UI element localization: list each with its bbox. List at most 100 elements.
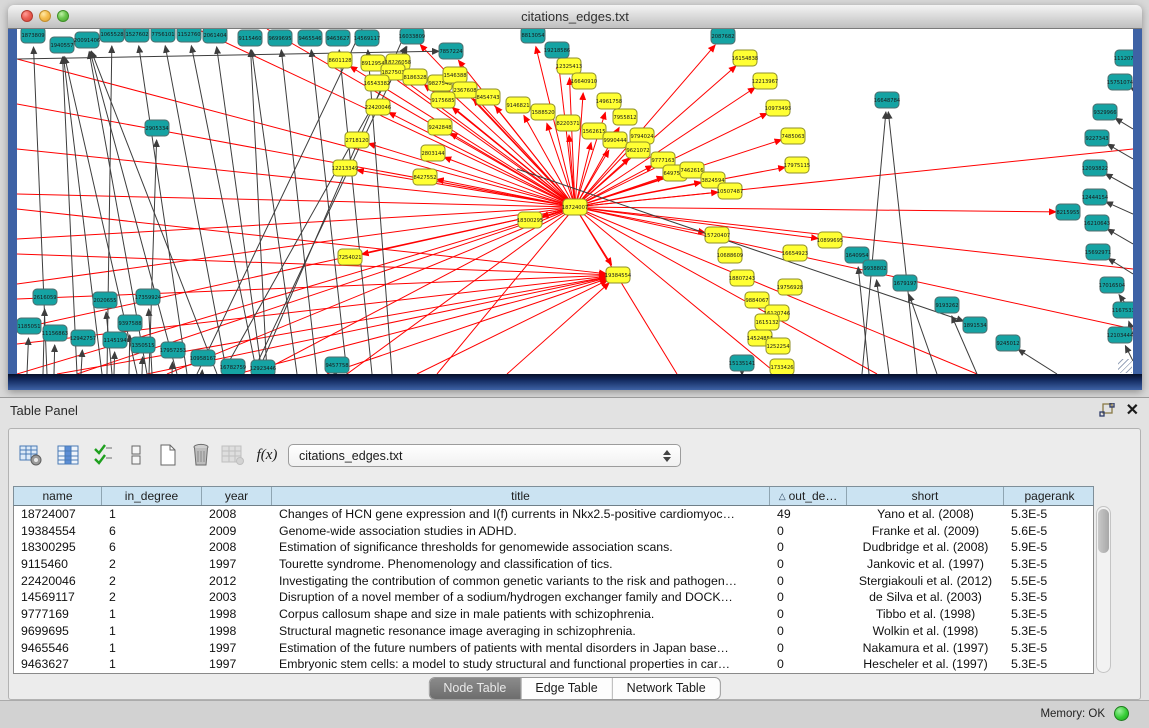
tab-node-table[interactable]: Node Table [429, 678, 521, 699]
table-cell[interactable]: 0 [770, 606, 847, 623]
graph-node[interactable]: 16654923 [782, 245, 808, 261]
graph-node[interactable]: 2087682 [711, 29, 735, 44]
graph-node[interactable]: 7254021 [338, 249, 362, 265]
table-cell[interactable]: de Silva et al. (2003) [847, 589, 1004, 606]
table-cell[interactable]: 2 [102, 589, 202, 606]
graph-node[interactable]: 17975115 [784, 157, 810, 173]
graph-node[interactable]: 19218586 [544, 42, 570, 58]
table-cell[interactable]: 0 [770, 623, 847, 640]
graph-node[interactable]: 7857224 [439, 43, 463, 59]
table-cell[interactable]: 5.9E-5 [1004, 539, 1095, 556]
graph-node[interactable]: 10973493 [765, 100, 791, 116]
graph-node[interactable]: 17359924 [135, 289, 162, 305]
graph-node[interactable]: 1679197 [893, 275, 917, 291]
table-cell[interactable]: 22420046 [14, 573, 102, 590]
graph-node[interactable]: 19756928 [777, 279, 803, 295]
table-cell[interactable]: 9465546 [14, 640, 102, 657]
graph-node[interactable]: 9990444 [603, 132, 627, 148]
table-cell[interactable]: Hescheler et al. (1997) [847, 656, 1004, 673]
table-cell[interactable]: 5.3E-5 [1004, 606, 1095, 623]
graph-node[interactable]: 1065528 [100, 29, 124, 42]
graph-node[interactable]: 8215955 [1056, 204, 1080, 220]
graph-node[interactable]: 9329966 [1093, 104, 1117, 120]
graph-node[interactable]: 18300295 [517, 212, 543, 228]
table-cell[interactable]: 0 [770, 589, 847, 606]
graph-node[interactable]: 1185051 [17, 318, 41, 334]
float-panel-icon[interactable] [1099, 403, 1115, 418]
graph-node[interactable]: 2367608 [453, 82, 477, 98]
graph-node[interactable]: 10899695 [817, 232, 843, 248]
column-header-name[interactable]: name [14, 487, 102, 505]
graph-node[interactable]: 9193262 [935, 297, 959, 313]
table-cell[interactable]: 1 [102, 623, 202, 640]
table-cell[interactable]: Wolkin et al. (1998) [847, 623, 1004, 640]
graph-node[interactable]: 9397588 [118, 315, 142, 331]
graph-node[interactable]: 16033809 [399, 29, 425, 44]
table-cell[interactable]: 1997 [202, 656, 272, 673]
table-cell[interactable]: 2 [102, 556, 202, 573]
graph-node[interactable]: 9457758 [325, 357, 349, 373]
table-cell[interactable]: 5.5E-5 [1004, 573, 1095, 590]
network-canvas[interactable]: 1872400712325413166409101496175879558121… [17, 29, 1133, 374]
table-cell[interactable]: 2012 [202, 573, 272, 590]
table-cell[interactable]: 18300295 [14, 539, 102, 556]
graph-node[interactable]: 7462616 [680, 162, 704, 178]
graph-node[interactable]: 17957253 [160, 342, 186, 358]
table-cell[interactable]: 49 [770, 506, 847, 523]
new-table-icon[interactable] [154, 441, 182, 469]
graph-node[interactable]: 1891534 [963, 317, 987, 333]
graph-node[interactable]: 12213349 [332, 160, 358, 176]
graph-node[interactable]: 9115460 [238, 30, 262, 46]
table-cell[interactable]: Franke et al. (2009) [847, 523, 1004, 540]
graph-node[interactable]: 14961758 [596, 93, 622, 109]
memory-ok-indicator-icon[interactable] [1114, 706, 1129, 721]
table-cell[interactable]: Jankovic et al. (1997) [847, 556, 1004, 573]
table-cell[interactable]: 0 [770, 539, 847, 556]
window-titlebar[interactable]: citations_edges.txt [8, 5, 1142, 29]
graph-node[interactable]: 2905334 [145, 120, 169, 136]
tab-network-table[interactable]: Network Table [613, 678, 720, 699]
graph-node[interactable]: 16640910 [571, 73, 597, 89]
table-cell[interactable]: 5.3E-5 [1004, 556, 1095, 573]
graph-node[interactable]: 15692971 [1085, 244, 1111, 260]
graph-node[interactable]: 17016504 [1099, 277, 1126, 293]
graph-node[interactable]: 2803144 [421, 145, 445, 161]
graph-node[interactable]: 22420046 [365, 99, 391, 115]
graph-node[interactable]: 1588520 [531, 104, 555, 120]
table-scrollbar-thumb[interactable] [1098, 509, 1109, 553]
graph-node[interactable]: 18724007 [562, 199, 588, 215]
table-cell[interactable]: 9463627 [14, 656, 102, 673]
graph-node[interactable]: 12444154 [1082, 189, 1109, 205]
graph-node[interactable]: 16154838 [732, 50, 758, 66]
graph-node[interactable]: 14569117 [354, 30, 380, 46]
table-cell[interactable]: 18724007 [14, 506, 102, 523]
graph-node[interactable]: 19384554 [605, 267, 632, 283]
table-cell[interactable]: 0 [770, 656, 847, 673]
graph-node[interactable]: 9245012 [996, 335, 1020, 351]
graph-node[interactable]: 9175685 [431, 92, 455, 108]
graph-node[interactable]: 12325413 [556, 58, 582, 74]
graph-node[interactable]: 9146821 [506, 97, 530, 113]
graph-node[interactable]: 10688609 [717, 247, 743, 263]
column-header-title[interactable]: title [272, 487, 770, 505]
graph-node[interactable]: 8813054 [521, 29, 545, 43]
graph-node[interactable]: 11120744 [1114, 50, 1133, 66]
table-cell[interactable]: 0 [770, 556, 847, 573]
table-cell[interactable]: 2008 [202, 539, 272, 556]
table-cell[interactable]: 9115460 [14, 556, 102, 573]
table-cell[interactable]: Tourette syndrome. Phenomenology and cla… [272, 556, 770, 573]
import-table-icon[interactable] [219, 441, 247, 469]
column-header-in-degree[interactable]: in_degree [102, 487, 202, 505]
graph-node[interactable]: 10958167 [190, 350, 216, 366]
table-cell[interactable]: 1998 [202, 606, 272, 623]
table-cell[interactable]: Nakamura et al. (1997) [847, 640, 1004, 657]
graph-node[interactable]: 8220371 [556, 115, 580, 131]
graph-node[interactable]: 20091406 [74, 32, 100, 48]
function-builder-icon[interactable]: f(x) [253, 441, 281, 469]
table-cell[interactable]: 2009 [202, 523, 272, 540]
column-header-short[interactable]: short [847, 487, 1004, 505]
table-cell[interactable]: Stergiakouli et al. (2012) [847, 573, 1004, 590]
graph-node[interactable]: 7485063 [781, 128, 805, 144]
graph-node[interactable]: 8454743 [476, 89, 500, 105]
graph-node[interactable]: 1252254 [766, 338, 790, 354]
